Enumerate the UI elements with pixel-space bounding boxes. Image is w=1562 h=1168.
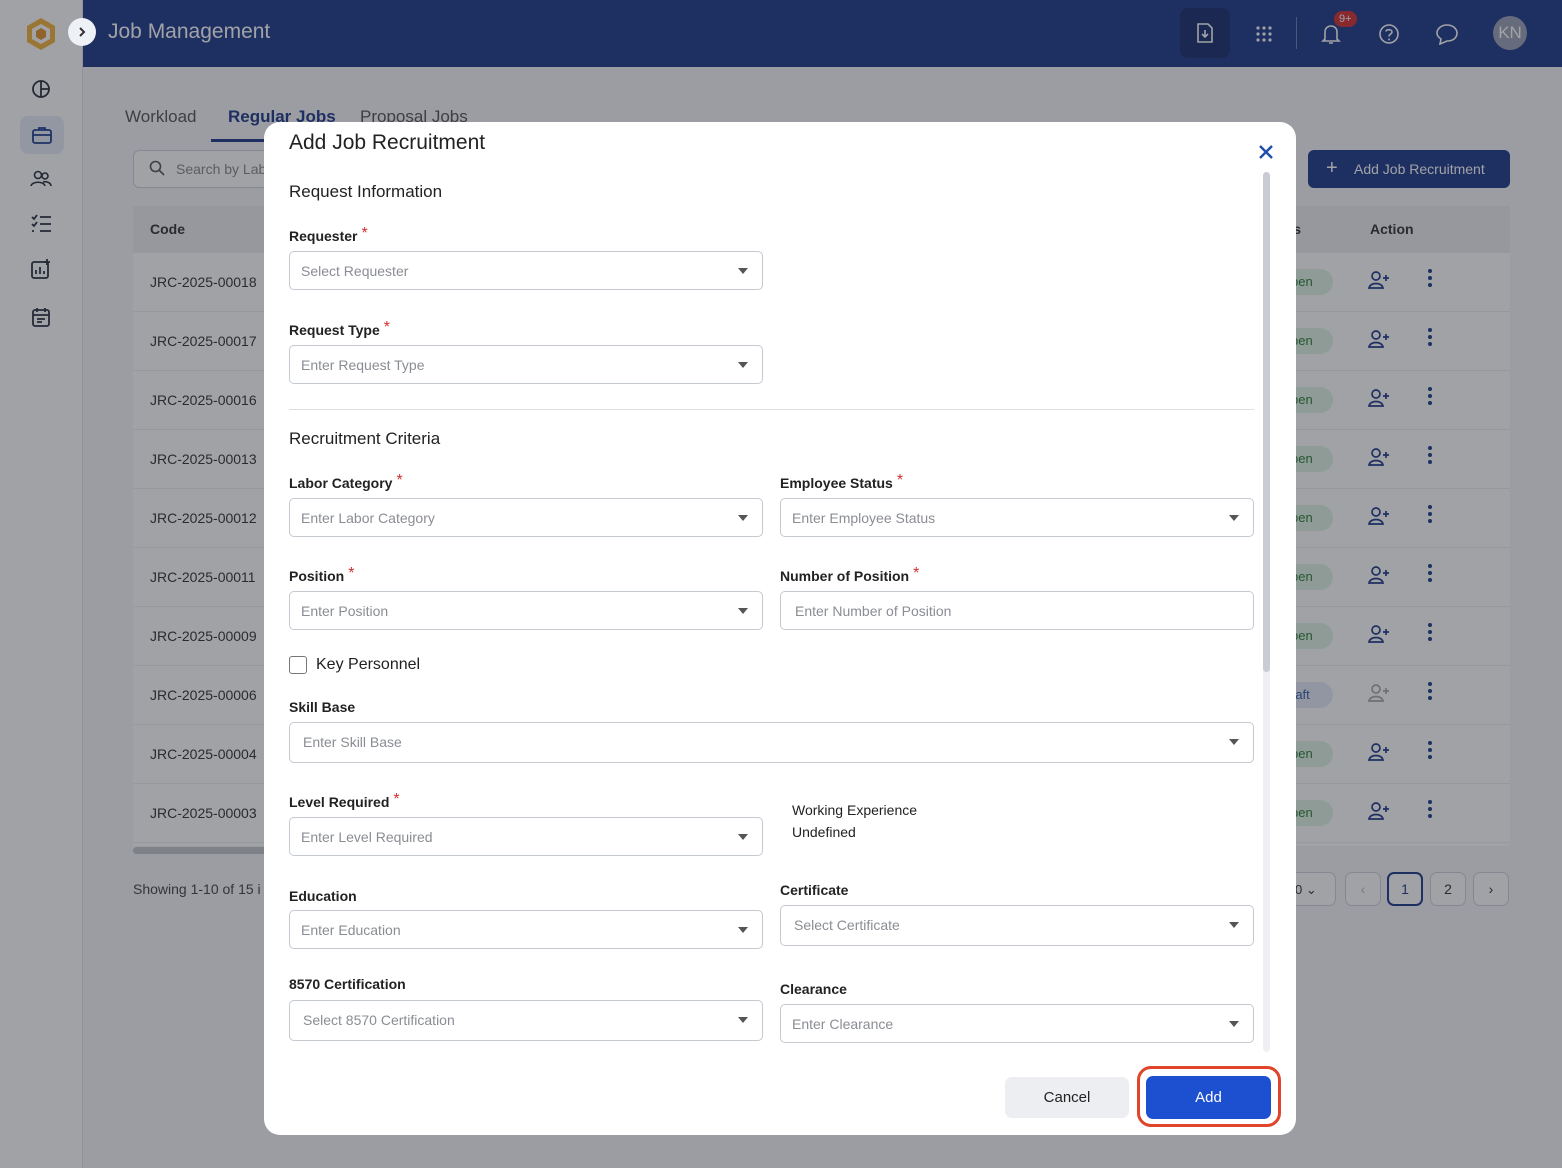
section-recruitment-criteria: Recruitment Criteria — [289, 429, 441, 448]
cert-8570-label: 8570 Certification — [289, 976, 406, 992]
caret-down-icon — [738, 927, 748, 933]
certificate-label: Certificate — [780, 882, 849, 898]
clearance-placeholder: Enter Clearance — [792, 1016, 894, 1032]
position-select[interactable]: Enter Position — [289, 591, 763, 630]
certificate-placeholder: Select Certificate — [794, 917, 900, 933]
labor-category-select[interactable]: Enter Labor Category — [289, 498, 763, 537]
skill-base-placeholder: Enter Skill Base — [303, 734, 402, 750]
level-required-placeholder: Enter Level Required — [301, 829, 433, 845]
number-of-position-input[interactable]: Enter Number of Position — [780, 591, 1254, 630]
working-experience-value: Undefined — [792, 824, 856, 840]
add-button-highlight-ring — [1137, 1066, 1281, 1127]
cert-8570-select[interactable]: Select 8570 Certification — [289, 1000, 763, 1041]
certificate-select[interactable]: Select Certificate — [780, 905, 1254, 946]
number-of-position-label: Number of Position * — [780, 565, 920, 584]
request-type-label: Request Type * — [289, 319, 390, 338]
section-request-information: Request Information — [289, 182, 443, 201]
employee-status-select[interactable]: Enter Employee Status — [780, 498, 1254, 537]
caret-down-icon — [1229, 515, 1239, 521]
position-placeholder: Enter Position — [301, 603, 389, 619]
cancel-button[interactable]: Cancel — [1005, 1077, 1129, 1118]
clearance-select[interactable]: Enter Clearance — [780, 1004, 1254, 1043]
request-type-select[interactable]: Enter Request Type — [289, 345, 763, 384]
close-dialog-button[interactable] — [1254, 140, 1278, 164]
clearance-label: Clearance — [780, 981, 847, 997]
caret-down-icon — [738, 515, 748, 521]
cert-8570-placeholder: Select 8570 Certification — [303, 1012, 455, 1028]
caret-down-icon — [738, 362, 748, 368]
add-job-recruitment-dialog: Add Job Recruitment Request Information … — [264, 122, 1296, 1135]
requester-label: Requester * — [289, 225, 368, 244]
number-of-position-placeholder: Enter Number of Position — [795, 603, 952, 619]
caret-down-icon — [738, 268, 748, 274]
caret-down-icon — [1229, 922, 1239, 928]
section-divider — [289, 409, 1254, 410]
employee-status-label: Employee Status * — [780, 472, 904, 491]
dialog-title: Add Job Recruitment — [289, 131, 486, 154]
dialog-scrollbar-thumb[interactable] — [1263, 172, 1270, 672]
dialog-scrollbar[interactable] — [1263, 172, 1270, 1052]
chevron-right-icon — [79, 27, 86, 37]
requester-select[interactable]: Select Requester — [289, 251, 763, 290]
level-required-select[interactable]: Enter Level Required — [289, 817, 763, 856]
skill-base-label: Skill Base — [289, 699, 356, 715]
education-placeholder: Enter Education — [301, 922, 401, 938]
sidebar-toggle-button[interactable] — [68, 18, 96, 46]
caret-down-icon — [1229, 1021, 1239, 1027]
labor-category-label: Labor Category * — [289, 472, 403, 491]
key-personnel-label[interactable]: Key Personnel — [316, 656, 420, 674]
request-type-placeholder: Enter Request Type — [301, 357, 425, 373]
level-required-label: Level Required * — [289, 791, 400, 810]
labor-category-placeholder: Enter Labor Category — [301, 510, 435, 526]
close-icon — [1259, 145, 1273, 159]
skill-base-select[interactable]: Enter Skill Base — [289, 722, 1254, 763]
employee-status-placeholder: Enter Employee Status — [792, 510, 936, 526]
working-experience-label: Working Experience — [792, 802, 918, 818]
caret-down-icon — [738, 608, 748, 614]
caret-down-icon — [738, 834, 748, 840]
caret-down-icon — [738, 1017, 748, 1023]
education-select[interactable]: Enter Education — [289, 910, 763, 949]
requester-placeholder: Select Requester — [301, 263, 409, 279]
caret-down-icon — [1229, 739, 1239, 745]
education-label: Education — [289, 888, 357, 904]
key-personnel-checkbox[interactable] — [289, 656, 307, 674]
position-label: Position * — [289, 565, 355, 584]
